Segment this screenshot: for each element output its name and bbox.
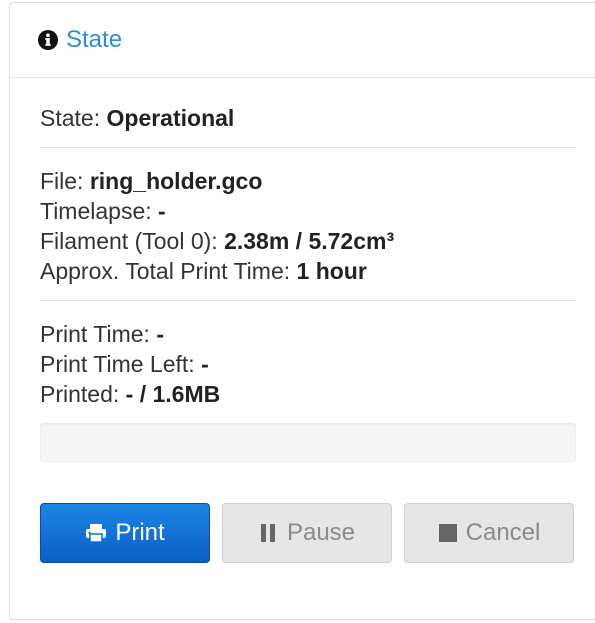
pause-button-label: Pause <box>286 519 356 546</box>
print-button[interactable]: Print <box>40 503 210 563</box>
timelapse-value: - <box>158 198 166 224</box>
state-section: State: Operational <box>40 78 595 147</box>
timelapse-row: Timelapse: - <box>40 196 595 226</box>
pause-icon <box>259 523 279 543</box>
printed-row: Printed: - / 1.6MB <box>40 379 595 409</box>
print-time-label: Print Time: <box>40 321 150 347</box>
approx-time-label: Approx. Total Print Time: <box>40 258 291 284</box>
cancel-button-label: Cancel <box>465 519 541 546</box>
state-panel: State State: Operational File: ring_hold… <box>9 2 595 620</box>
stop-icon <box>438 523 458 543</box>
pause-button[interactable]: Pause <box>222 503 392 563</box>
print-time-row: Print Time: - <box>40 319 595 349</box>
filament-value: 2.38m / 5.72cm³ <box>224 228 395 254</box>
cancel-button[interactable]: Cancel <box>404 503 574 563</box>
panel-heading: State <box>10 3 595 78</box>
printed-label: Printed: <box>40 381 120 407</box>
printed-value: - / 1.6MB <box>125 381 221 407</box>
state-label: State: <box>40 105 101 131</box>
time-left-label: Print Time Left: <box>40 351 195 377</box>
print-button-label: Print <box>115 519 165 546</box>
progress-section: Print Time: - Print Time Left: - Printed… <box>40 301 595 463</box>
print-time-value: - <box>156 321 164 347</box>
filament-row: Filament (Tool 0): 2.38m / 5.72cm³ <box>40 226 595 256</box>
time-left-row: Print Time Left: - <box>40 349 595 379</box>
printer-icon <box>85 523 107 543</box>
filament-label: Filament (Tool 0): <box>40 228 218 254</box>
action-buttons: Print Pause Cancel <box>40 503 595 563</box>
state-value: Operational <box>106 105 235 131</box>
info-circle-icon <box>38 30 58 50</box>
file-value: ring_holder.gco <box>89 168 263 194</box>
print-progress-bar <box>40 423 576 463</box>
file-info-section: File: ring_holder.gco Timelapse: - Filam… <box>40 148 595 300</box>
approx-time-row: Approx. Total Print Time: 1 hour <box>40 256 595 286</box>
state-heading-link[interactable]: State <box>66 26 122 54</box>
file-row: File: ring_holder.gco <box>40 166 595 196</box>
time-left-value: - <box>201 351 209 377</box>
state-row: State: Operational <box>40 103 595 133</box>
timelapse-label: Timelapse: <box>40 198 152 224</box>
panel-body: State: Operational File: ring_holder.gco… <box>10 78 595 563</box>
file-label: File: <box>40 168 84 194</box>
approx-time-value: 1 hour <box>296 258 367 284</box>
